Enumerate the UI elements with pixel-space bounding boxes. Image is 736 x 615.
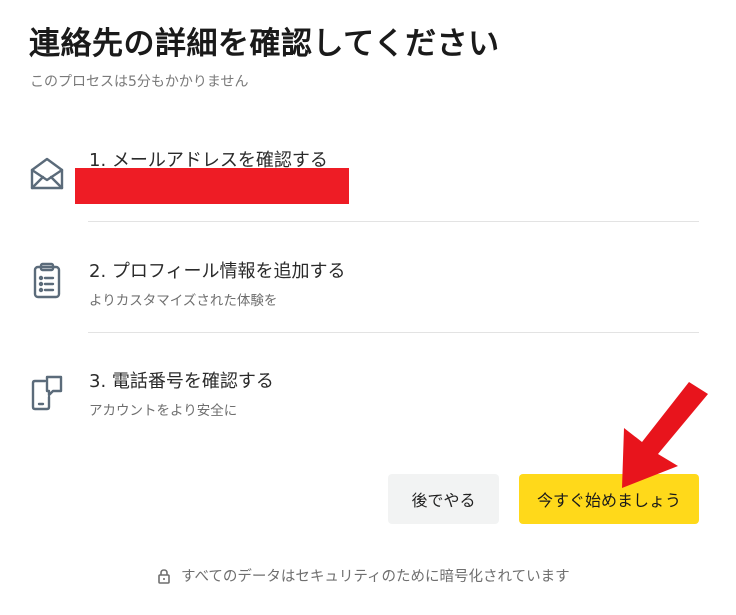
redacted-email xyxy=(75,168,349,204)
divider xyxy=(88,221,699,222)
start-now-button[interactable]: 今すぐ始めましょう xyxy=(519,474,699,524)
step-verify-phone: 3. 電話番号を確認する アカウントをより安全に xyxy=(27,367,699,427)
step-3-description: アカウントをより安全に xyxy=(89,403,238,419)
step-2-description: よりカスタマイズされた体験を xyxy=(89,293,278,309)
step-2-title: 2. プロフィール情報を追加する xyxy=(89,261,346,282)
envelope-icon xyxy=(27,154,67,194)
page-title: 連絡先の詳細を確認してください xyxy=(29,26,500,62)
lock-icon xyxy=(157,568,171,584)
step-3-title: 3. 電話番号を確認する xyxy=(89,371,274,392)
page-subtitle: このプロセスは5分もかかりません xyxy=(30,74,249,90)
do-later-button[interactable]: 後でやる xyxy=(388,474,499,524)
step-add-profile: 2. プロフィール情報を追加する よりカスタマイズされた体験を xyxy=(27,257,699,317)
security-note: すべてのデータはセキュリティのために暗号化されています xyxy=(181,569,570,585)
phone-chat-icon xyxy=(27,373,67,413)
divider xyxy=(88,332,699,333)
clipboard-icon xyxy=(27,261,67,301)
step-verify-email: 1. メールアドレスを確認する xyxy=(27,146,699,210)
security-footer: すべてのデータはセキュリティのために暗号化されています xyxy=(157,565,570,586)
